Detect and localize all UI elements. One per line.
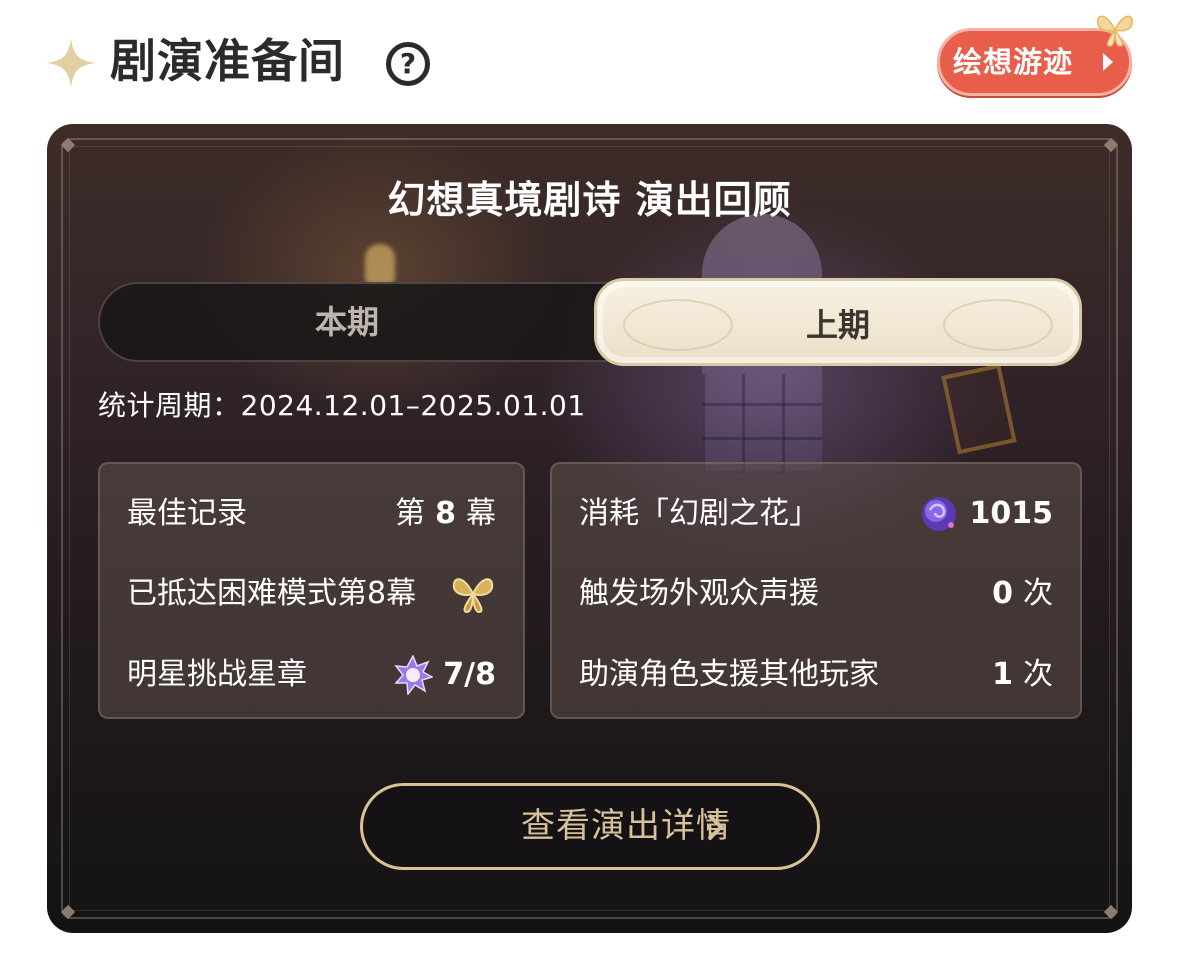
stat-value: 1015 [918, 492, 1054, 536]
flower-count: 1015 [969, 496, 1054, 531]
chevron-right-icon [1103, 53, 1113, 71]
stat-label: 最佳记录 [127, 496, 247, 531]
period-tabs: 本期 上期 [98, 278, 1082, 366]
view-details-label: 查看演出详情 [521, 806, 731, 846]
corner-ornament [60, 904, 76, 920]
stat-row-audience-support: 触发场外观众声援 0 次 [552, 572, 1080, 616]
stat-label: 已抵达困难模式第8幕 [127, 576, 417, 611]
butterfly-icon [1097, 15, 1133, 47]
stat-value: 1 次 [992, 653, 1053, 697]
tab-current-period[interactable]: 本期 [100, 284, 594, 360]
purple-rose-icon [921, 497, 956, 531]
tab-previous-label: 上期 [805, 306, 870, 344]
card-title: 幻想真境剧诗 演出回顾 [387, 178, 792, 222]
tab-previous-period[interactable]: 上期 [594, 278, 1082, 366]
stat-row-hard-mode: 已抵达困难模式第8幕 [100, 572, 523, 616]
performance-review-card: 幻想真境剧诗 演出回顾 本期 上期 统计周期：2024.12.01–2025.0… [47, 124, 1132, 933]
travel-tag-label: 绘想游迹 [953, 45, 1074, 79]
chevron-right-icon [707, 813, 724, 841]
stat-label: 触发场外观众声援 [579, 576, 819, 611]
stat-value: 第 8 幕 [395, 492, 496, 536]
star-badge-count: 7/8 [443, 657, 496, 692]
stat-row-flowers: 消耗「幻剧之花」 1015 [552, 492, 1080, 536]
period-label: 统计周期： [98, 389, 241, 422]
corner-ornament [1103, 137, 1119, 153]
corner-ornament [1103, 904, 1119, 920]
stat-row-best-record: 最佳记录 第 8 幕 [100, 492, 523, 536]
period-range: 2024.12.01–2025.01.01 [240, 389, 586, 422]
stat-suffix: 次 [1023, 576, 1053, 611]
sparkle-star-icon [46, 38, 96, 88]
stat-row-star-badge: 明星挑战星章 7/8 [100, 653, 523, 697]
stat-row-support-players: 助演角色支援其他玩家 1 次 [552, 653, 1080, 697]
stat-suffix: 幕 [466, 496, 496, 531]
tab-ornament [943, 299, 1053, 351]
support-players-count: 1 [992, 657, 1013, 692]
page-title: 剧演准备间 [110, 34, 345, 88]
stat-value: 7/8 [393, 653, 496, 697]
corner-ornament [60, 137, 76, 153]
question-circle-icon[interactable]: ? [386, 42, 430, 86]
stats-panel-left: 最佳记录 第 8 幕 已抵达困难模式第8幕 明星挑战星章 7/8 [98, 462, 525, 719]
tab-ornament [623, 299, 733, 351]
stat-suffix: 次 [1023, 657, 1053, 692]
stat-period: 统计周期：2024.12.01–2025.01.01 [98, 386, 586, 426]
best-act-number: 8 [435, 496, 456, 531]
stat-value [450, 572, 496, 614]
stat-label: 助演角色支援其他玩家 [579, 657, 879, 692]
star-badge-icon [394, 655, 434, 695]
stats-panel-right: 消耗「幻剧之花」 1015 触发场外观众声援 0 次 助演角色支援其他玩家 1 [550, 462, 1082, 719]
background-lamp [365, 244, 395, 284]
stat-label: 消耗「幻剧之花」 [579, 496, 819, 531]
stat-prefix: 第 [395, 496, 426, 531]
view-details-button[interactable]: 查看演出详情 [360, 783, 820, 870]
audience-support-count: 0 [992, 576, 1013, 611]
gold-butterfly-icon [452, 578, 494, 614]
stat-label: 明星挑战星章 [127, 657, 307, 692]
background-window-panes [702, 374, 822, 474]
stat-value: 0 次 [992, 572, 1053, 616]
background-picture-frame [941, 363, 1017, 455]
